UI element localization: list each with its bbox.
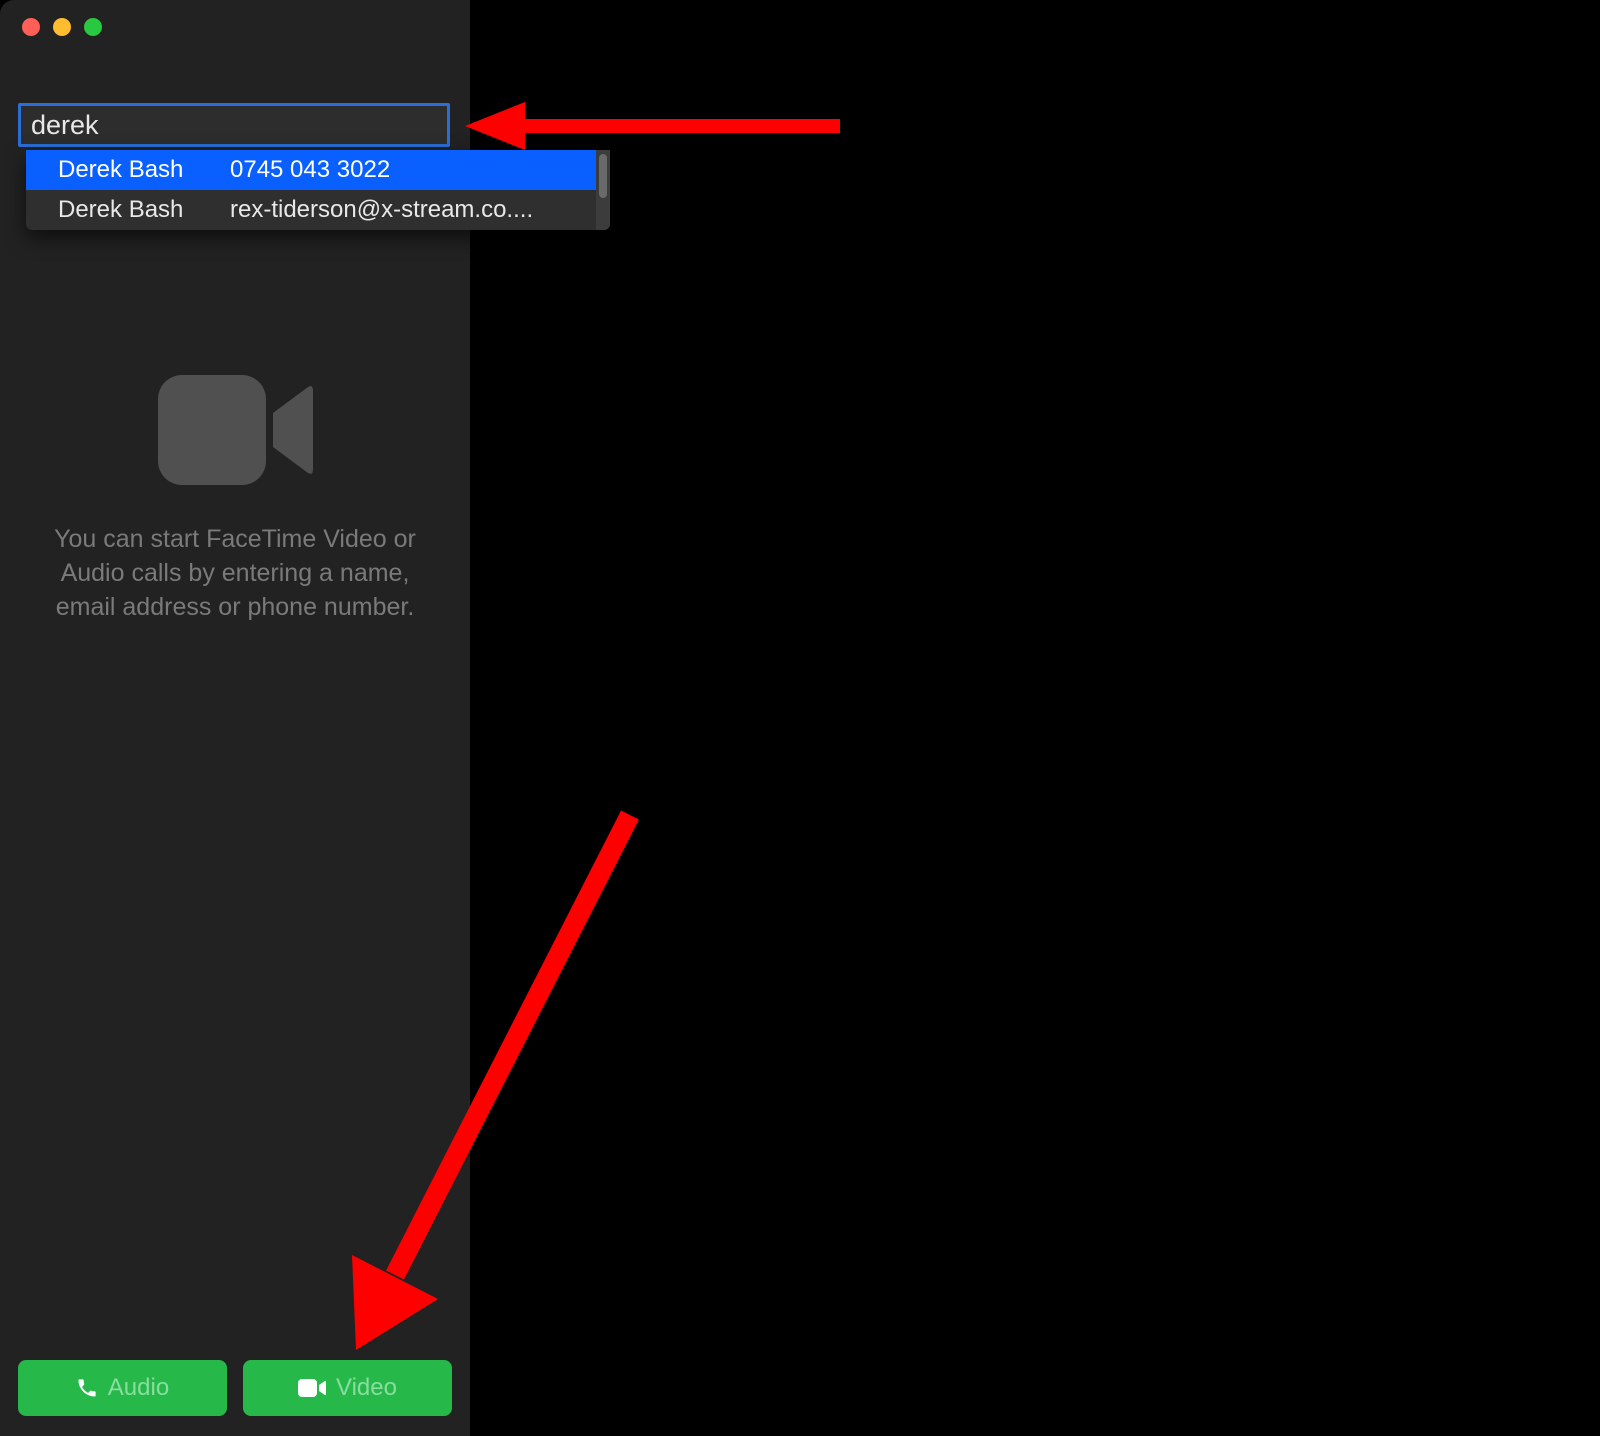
- fullscreen-window-button[interactable]: [84, 18, 102, 36]
- suggestion-detail: 0745 043 3022: [230, 156, 390, 184]
- close-window-button[interactable]: [22, 18, 40, 36]
- phone-icon: [76, 1377, 98, 1399]
- help-text: You can start FaceTime Video or Audio ca…: [0, 523, 470, 624]
- call-buttons: Audio Video: [18, 1360, 452, 1416]
- suggestion-detail: rex-tiderson@x-stream.co....: [230, 196, 533, 224]
- minimize-window-button[interactable]: [53, 18, 71, 36]
- video-icon: [298, 1379, 326, 1397]
- video-button-label: Video: [336, 1374, 397, 1402]
- suggestions-scrollbar[interactable]: [596, 150, 610, 230]
- suggestion-item[interactable]: Derek Bash 0745 043 3022: [26, 150, 610, 190]
- facetime-window: Derek Bash 0745 043 3022 Derek Bash rex-…: [0, 0, 1195, 1436]
- scrollbar-thumb[interactable]: [599, 154, 607, 198]
- sidebar: Derek Bash 0745 043 3022 Derek Bash rex-…: [0, 0, 470, 1436]
- recipient-search-input[interactable]: [18, 103, 450, 147]
- audio-button-label: Audio: [108, 1374, 169, 1402]
- suggestion-item[interactable]: Derek Bash rex-tiderson@x-stream.co....: [26, 190, 610, 230]
- video-call-button[interactable]: Video: [243, 1360, 452, 1416]
- video-camera-icon: [0, 375, 470, 485]
- suggestion-name: Derek Bash: [58, 196, 230, 224]
- window-controls: [22, 18, 102, 36]
- contact-suggestions-dropdown: Derek Bash 0745 043 3022 Derek Bash rex-…: [26, 150, 610, 230]
- audio-call-button[interactable]: Audio: [18, 1360, 227, 1416]
- suggestion-name: Derek Bash: [58, 156, 230, 184]
- empty-state: You can start FaceTime Video or Audio ca…: [0, 375, 470, 624]
